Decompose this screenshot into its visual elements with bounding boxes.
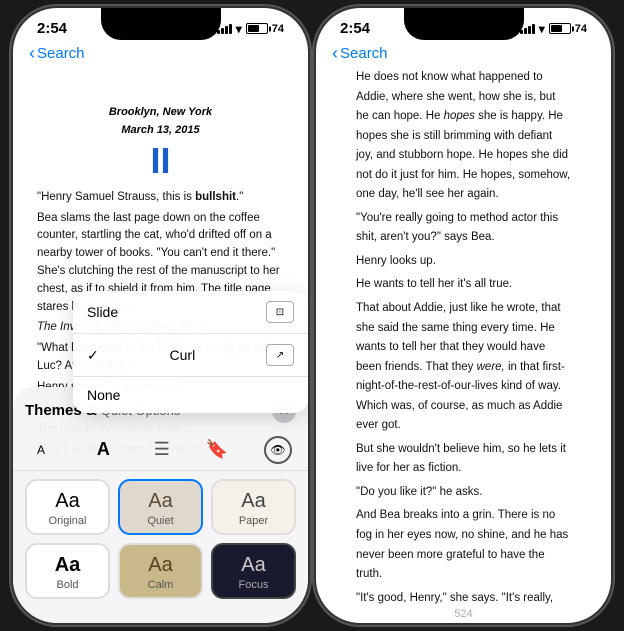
theme-focus[interactable]: Aa Focus [211, 543, 296, 599]
slide-label: Slide [87, 304, 118, 320]
theme-name-quiet: Quiet [147, 515, 173, 527]
theme-aa-calm: Aa [148, 555, 172, 575]
theme-aa-paper: Aa [241, 491, 265, 511]
theme-quiet[interactable]: Aa Quiet [118, 479, 203, 535]
check-icon: ✓ [87, 347, 99, 364]
theme-name-bold: Bold [56, 579, 78, 591]
curl-option[interactable]: ✓ Curl ↗ [73, 334, 308, 377]
theme-name-focus: Focus [239, 579, 269, 591]
back-button-right[interactable]: ‹ Search [332, 43, 595, 64]
theme-paper[interactable]: Aa Paper [211, 479, 296, 535]
time-right: 2:54 [340, 20, 370, 37]
theme-aa: Aa [55, 491, 79, 511]
theme-bold[interactable]: Aa Bold [25, 543, 110, 599]
slide-option[interactable]: Slide ⊡ [73, 291, 308, 334]
reading-content: He does not know what happened to Addie,… [336, 68, 591, 608]
reader-toolbar: A A ☰ 🔖 👁 [13, 429, 308, 471]
slide-icon: ⊡ [266, 301, 294, 323]
chevron-left-icon: ‹ [29, 43, 35, 64]
none-label: None [87, 387, 120, 403]
appearance-icon[interactable]: 👁 [264, 436, 292, 464]
theme-original[interactable]: Aa Original [25, 479, 110, 535]
nav-bar-right: ‹ Search [316, 41, 611, 68]
status-icons-right: ▾ 74 [520, 22, 587, 36]
time-left: 2:54 [37, 20, 67, 37]
curl-label: Curl [170, 347, 196, 363]
reader-panel: Themes & Quiet Options ✕ A A ☰ 🔖 👁 Aa Or… [13, 387, 308, 623]
book-header: Brooklyn, New York March 13, 2015 II [37, 104, 284, 181]
theme-calm[interactable]: Aa Calm [118, 543, 203, 599]
theme-name-calm: Calm [148, 579, 174, 591]
phone-left: 2:54 ▾ 74 ‹ Search Brooklyn, New [13, 8, 308, 623]
battery-level: 74 [272, 23, 284, 35]
battery-icon [246, 23, 268, 34]
theme-name-paper: Paper [239, 515, 268, 527]
chapters-icon[interactable]: ☰ [154, 439, 170, 460]
status-icons-left: ▾ 74 [217, 22, 284, 36]
curl-icon: ↗ [266, 344, 294, 366]
book-location: Brooklyn, New York March 13, 2015 [37, 104, 284, 139]
large-font-button[interactable]: A [89, 435, 118, 464]
none-option[interactable]: None [73, 377, 308, 413]
battery-level-right: 74 [575, 23, 587, 35]
chevron-right-icon: ‹ [332, 43, 338, 64]
back-button-left[interactable]: ‹ Search [29, 43, 292, 64]
slide-menu: Slide ⊡ ✓ Curl ↗ None [73, 291, 308, 413]
theme-aa-focus: Aa [241, 555, 265, 575]
page-number: 524 [336, 608, 591, 623]
chapter-number: II [37, 141, 284, 181]
theme-aa-quiet: Aa [148, 491, 172, 511]
reading-text: He does not know what happened to Addie,… [356, 68, 571, 608]
reading-area: He does not know what happened to Addie,… [316, 68, 611, 623]
back-label-left: Search [37, 45, 85, 62]
battery-icon-right [549, 23, 571, 34]
notch-right [404, 8, 524, 40]
theme-aa-bold: Aa [55, 555, 81, 575]
small-font-button[interactable]: A [29, 439, 53, 461]
theme-grid: Aa Original Aa Quiet Aa Paper Aa Bold Aa… [13, 479, 308, 607]
notch [101, 8, 221, 40]
phone-right: 2:54 ▾ 74 ‹ Search He does not know what… [316, 8, 611, 623]
nav-bar-left: ‹ Search [13, 41, 308, 68]
back-label-right: Search [340, 45, 388, 62]
theme-name-original: Original [49, 515, 87, 527]
bookmark-icon[interactable]: 🔖 [206, 439, 228, 460]
wifi-icon-right: ▾ [539, 22, 545, 36]
wifi-icon: ▾ [236, 22, 242, 36]
